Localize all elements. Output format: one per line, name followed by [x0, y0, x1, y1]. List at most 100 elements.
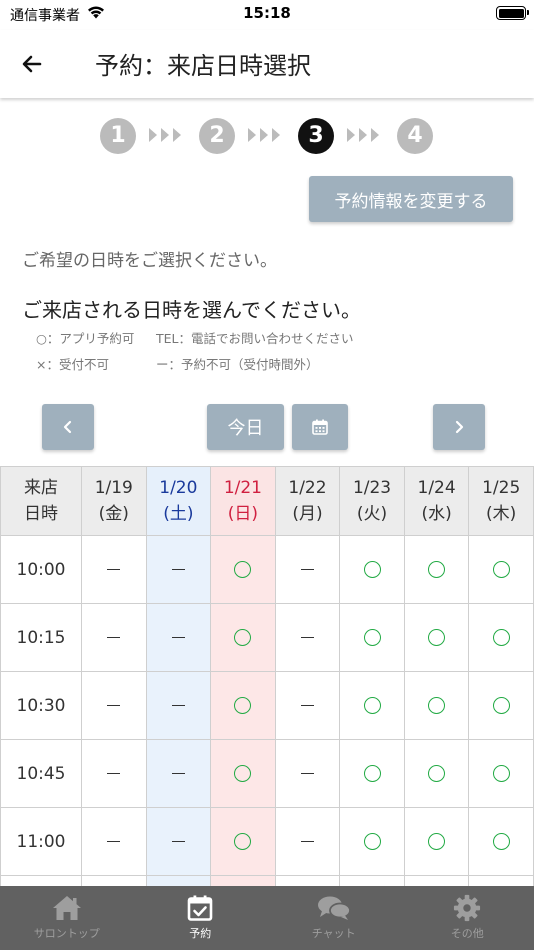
available-circle-icon [492, 833, 510, 850]
day-label: (日) [227, 504, 259, 524]
day-label: (土) [163, 504, 194, 524]
today-button[interactable]: 今日 [207, 404, 284, 450]
available-slot[interactable] [339, 603, 405, 672]
slot-cell [274, 603, 341, 672]
date-header: 1/19 (金) [81, 466, 147, 536]
available-slot[interactable] [210, 535, 276, 604]
date-label: 1/25 [482, 478, 521, 498]
time-cell: 10:45 [0, 739, 82, 808]
table-header-row: 来店 日時 1/19 (金) 1/20 (土) 1/21 (日) 1/22 (月) 1/… [0, 466, 534, 536]
available-slot[interactable] [210, 739, 276, 808]
available-slot[interactable] [468, 739, 534, 808]
status-bar: 通信事業者 15:18 [0, 0, 534, 30]
slot-cell [81, 807, 147, 876]
availability-table: 来店 日時 1/19 (金) 1/20 (土) 1/21 (日) 1/22 (月) 1/… [0, 466, 534, 886]
date-header: 1/24 (水) [403, 466, 470, 536]
available-slot[interactable] [468, 603, 534, 672]
step-indicator: 1 2 3 4 [0, 118, 534, 158]
available-slot[interactable] [339, 671, 405, 740]
step-arrows-icon [347, 128, 379, 142]
date-label: 1/19 [94, 478, 133, 498]
step-3-current: 3 [298, 118, 334, 154]
date-header: 1/20 (土) [145, 466, 212, 536]
calendar-check-icon [187, 895, 213, 921]
available-slot[interactable] [403, 671, 470, 740]
change-reservation-button[interactable]: 予約情報を変更する [309, 176, 513, 222]
prev-week-button[interactable] [42, 404, 94, 450]
legend-app: ○：アプリ予約可 [36, 331, 135, 346]
calendar-picker-button[interactable] [292, 404, 348, 450]
available-circle-icon [492, 765, 510, 782]
tab-chat[interactable]: チャット [267, 886, 401, 950]
corner-label: 日時 [24, 504, 58, 524]
slot-cell [274, 807, 341, 876]
available-circle-icon [234, 833, 252, 850]
next-week-button[interactable] [433, 404, 485, 450]
battery-icon [496, 6, 529, 20]
available-slot[interactable] [468, 535, 534, 604]
legend-unavailable: ×：受付不可 [36, 357, 109, 372]
time-cell: 11:00 [0, 807, 82, 876]
unavailable-dash-icon [171, 568, 185, 571]
slot-cell [339, 875, 405, 886]
slot-cell [145, 671, 212, 740]
instruction-text: ご希望の日時をご選択ください。 [22, 251, 277, 271]
unavailable-dash-icon [171, 840, 185, 843]
available-slot[interactable] [339, 807, 405, 876]
back-button[interactable] [14, 46, 50, 82]
slot-cell [81, 671, 147, 740]
available-slot[interactable] [468, 807, 534, 876]
status-time: 15:18 [243, 4, 291, 22]
available-slot[interactable] [339, 739, 405, 808]
available-circle-icon [428, 561, 446, 578]
slot-cell [274, 535, 341, 604]
available-slot[interactable] [339, 535, 405, 604]
tab-label: サロントップ [33, 927, 100, 940]
step-1: 1 [100, 118, 136, 154]
unavailable-dash-icon [300, 568, 314, 571]
slot-cell [81, 875, 147, 886]
available-circle-icon [234, 629, 252, 646]
available-circle-icon [363, 561, 381, 578]
tab-other[interactable]: その他 [401, 886, 534, 950]
slot-cell [145, 603, 212, 672]
available-slot[interactable] [403, 739, 470, 808]
section-heading: ご来店される日時を選んでください。 [22, 298, 361, 322]
available-circle-icon [428, 697, 446, 714]
slot-cell [274, 875, 341, 886]
table-row: 10:30 [0, 671, 534, 740]
available-circle-icon [428, 833, 446, 850]
available-circle-icon [492, 561, 510, 578]
step-2: 2 [199, 118, 235, 154]
date-header: 1/22 (月) [274, 466, 341, 536]
slot-cell [81, 739, 147, 808]
available-slot[interactable] [403, 603, 470, 672]
chevron-right-icon [455, 420, 464, 434]
time-cell: 10:30 [0, 671, 82, 740]
tab-salon-top[interactable]: サロントップ [0, 886, 134, 950]
available-slot[interactable] [210, 807, 276, 876]
table-row: 10:15 [0, 603, 534, 672]
date-header: 1/25 (木) [468, 466, 534, 536]
date-label: 1/21 [223, 478, 262, 498]
slot-cell [274, 739, 341, 808]
home-icon [52, 896, 81, 920]
unavailable-dash-icon [107, 704, 121, 707]
available-circle-icon [363, 833, 381, 850]
unavailable-dash-icon [107, 840, 121, 843]
date-label: 1/23 [352, 478, 392, 498]
available-slot[interactable] [403, 807, 470, 876]
day-label: (水) [421, 504, 452, 524]
available-slot[interactable] [468, 671, 534, 740]
available-slot[interactable] [210, 603, 276, 672]
table-row: 10:45 [0, 739, 534, 808]
time-cell [0, 875, 82, 886]
date-label: 1/20 [159, 478, 198, 498]
available-slot[interactable] [403, 535, 470, 604]
table-row [0, 875, 534, 886]
step-arrows-icon [149, 128, 181, 142]
slot-cell [210, 875, 276, 886]
available-circle-icon [234, 765, 252, 782]
tab-reservation[interactable]: 予約 [134, 886, 268, 950]
available-slot[interactable] [210, 671, 276, 740]
